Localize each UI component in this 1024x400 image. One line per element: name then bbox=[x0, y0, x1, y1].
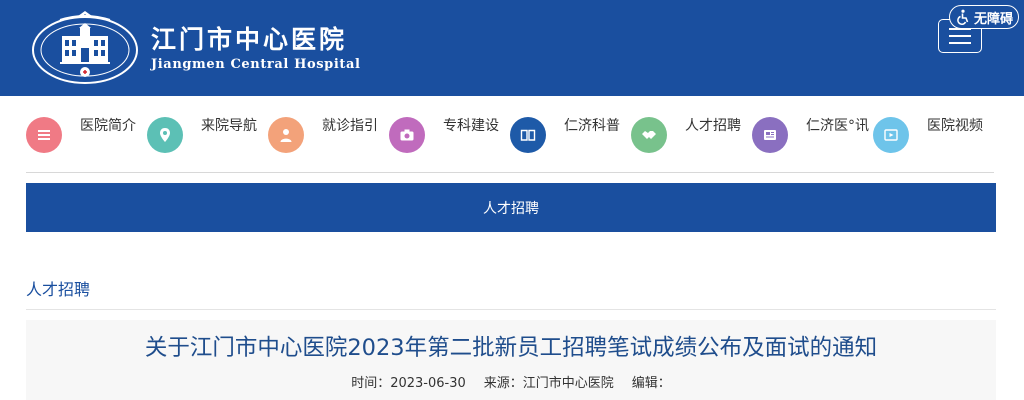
nav-label: 专科建设 bbox=[443, 118, 499, 134]
nav-item-recruitment[interactable]: 人才招聘 bbox=[631, 116, 741, 154]
wheelchair-icon bbox=[957, 9, 969, 25]
article-title: 关于江门市中心医院2023年第二批新员工招聘笔试成绩公布及面试的通知 bbox=[144, 335, 878, 361]
site-title[interactable]: 江门市中心医院 bbox=[151, 25, 347, 55]
banner-label: 人才招聘 bbox=[483, 200, 539, 217]
accessibility-button[interactable]: 无障碍 bbox=[949, 5, 1019, 29]
nav-label: 人才招聘 bbox=[685, 118, 741, 134]
article-time: 时间：2023-06-30 bbox=[351, 376, 466, 391]
nav-item-news[interactable]: 仁济医°讯 bbox=[752, 116, 869, 154]
nav-item-specialty[interactable]: 专科建设 bbox=[389, 116, 499, 154]
menu-bar bbox=[949, 42, 971, 44]
nav-item-directions[interactable]: 来院导航 bbox=[147, 116, 257, 154]
site-header: 江门市中心医院 Jiangmen Central Hospital 无障碍 bbox=[0, 0, 1024, 96]
nav-label: 医院视频 bbox=[927, 118, 983, 134]
nav-label: 仁济医°讯 bbox=[806, 118, 869, 134]
article-editor: 编辑： bbox=[631, 376, 671, 391]
handshake-icon bbox=[631, 117, 667, 153]
section-divider bbox=[26, 309, 996, 310]
nav-label: 医院简介 bbox=[80, 118, 136, 134]
site-subtitle: Jiangmen Central Hospital bbox=[151, 57, 361, 72]
nav-label: 就诊指引 bbox=[322, 118, 378, 134]
newspaper-icon bbox=[752, 117, 788, 153]
nav-divider bbox=[26, 172, 994, 173]
article-header: 关于江门市中心医院2023年第二批新员工招聘笔试成绩公布及面试的通知 时间：20… bbox=[26, 320, 996, 400]
book-icon bbox=[510, 117, 546, 153]
page-banner: 人才招聘 bbox=[26, 183, 996, 232]
article-source: 来源：江门市中心医院 bbox=[483, 376, 614, 391]
accessibility-label: 无障碍 bbox=[974, 11, 1014, 27]
nav-item-visit-guide[interactable]: 就诊指引 bbox=[268, 116, 378, 154]
video-icon bbox=[873, 117, 909, 153]
camera-icon bbox=[389, 117, 425, 153]
nav-item-video[interactable]: 医院视频 bbox=[873, 116, 983, 154]
nav-label: 仁济科普 bbox=[564, 118, 620, 134]
section-title[interactable]: 人才招聘 bbox=[26, 280, 90, 300]
nav-item-hospital-intro[interactable]: 医院简介 bbox=[26, 116, 136, 154]
menu-bar bbox=[949, 35, 971, 37]
location-pin-icon bbox=[147, 117, 183, 153]
hospital-logo-icon[interactable] bbox=[30, 10, 140, 86]
person-icon bbox=[268, 117, 304, 153]
nav-label: 来院导航 bbox=[201, 118, 257, 134]
nav-item-science[interactable]: 仁济科普 bbox=[510, 116, 620, 154]
list-icon bbox=[26, 117, 62, 153]
article-meta: 时间：2023-06-30 来源：江门市中心医院 编辑： bbox=[26, 375, 996, 393]
